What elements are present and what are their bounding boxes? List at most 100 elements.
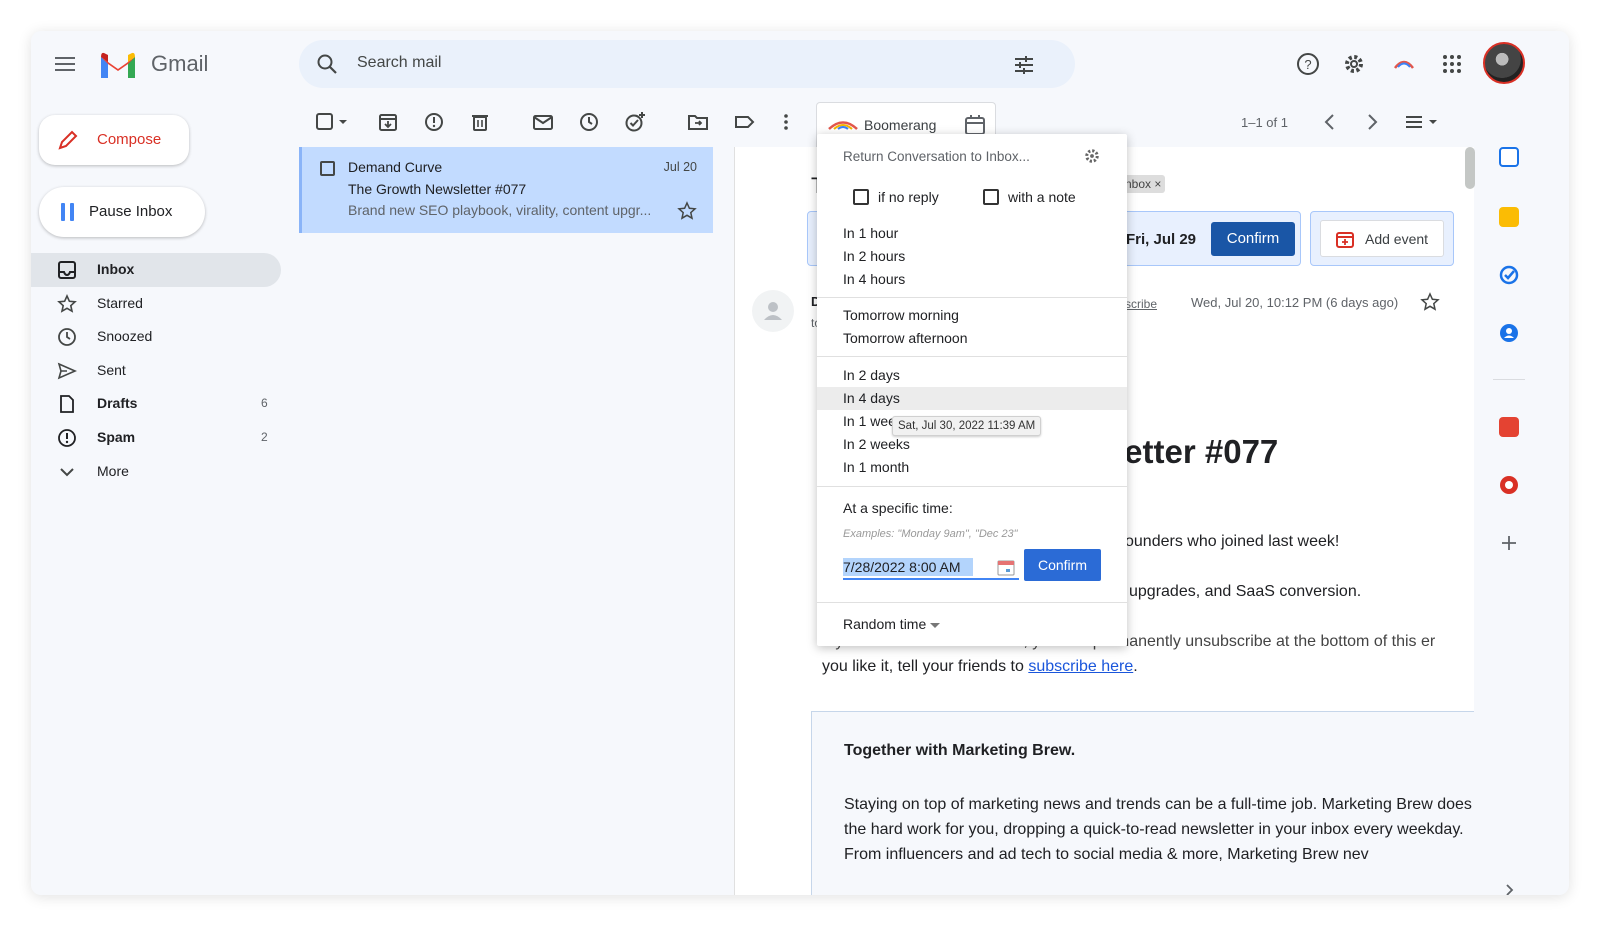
row-checkbox[interactable] (320, 161, 335, 176)
sidebar-item-drafts[interactable]: Drafts 6 (31, 387, 281, 421)
calendar-add-icon (1336, 232, 1354, 248)
sidebar-item-snoozed[interactable]: Snoozed (31, 320, 281, 354)
option-tomorrow-morning[interactable]: Tomorrow morning (817, 304, 1127, 327)
star-icon[interactable] (1420, 292, 1440, 312)
trash-icon[interactable] (469, 111, 491, 133)
body-paragraph: ounders who joined last week! (1125, 533, 1340, 550)
datetime-input[interactable] (843, 556, 1019, 580)
search-options-icon[interactable] (1012, 53, 1036, 77)
with-a-note-checkbox[interactable] (983, 189, 999, 205)
option-in-2-days[interactable]: In 2 days (817, 364, 1127, 387)
search-bar[interactable] (299, 40, 1075, 88)
tasks-icon[interactable] (1499, 265, 1519, 285)
suggested-date: Fri, Jul 29 (1126, 231, 1197, 248)
option-in-4-days[interactable]: In 4 days (817, 387, 1127, 410)
calendar-confirm-button[interactable]: Confirm (1211, 222, 1295, 256)
divider (817, 602, 1127, 603)
sidebar-item-more[interactable]: More (31, 455, 281, 489)
select-checkbox-icon[interactable] (315, 111, 349, 133)
search-input[interactable] (357, 54, 957, 72)
subscribe-link[interactable]: subscribe here (1028, 658, 1133, 675)
search-icon[interactable] (315, 52, 339, 76)
main-menu-icon[interactable] (53, 53, 77, 77)
add-task-icon[interactable] (624, 111, 646, 133)
popup-title: Return Conversation to Inbox... (843, 149, 1030, 164)
gmail-logo-icon[interactable] (98, 50, 138, 80)
expand-panel-chevron-icon[interactable] (1502, 883, 1516, 895)
keep-icon[interactable] (1499, 207, 1519, 227)
message-date: Wed, Jul 20, 10:12 PM (6 days ago) (1191, 295, 1399, 310)
row-snippet: Brand new SEO playbook, virality, conten… (348, 202, 652, 218)
if-no-reply-checkbox[interactable] (853, 189, 869, 205)
split-pane-toggle-icon[interactable] (1403, 111, 1441, 133)
header: Gmail ? (31, 31, 1569, 97)
option-in-1-month[interactable]: In 1 month (817, 456, 1127, 479)
apps-grid-icon[interactable] (1440, 52, 1464, 76)
snooze-clock-icon[interactable] (578, 111, 600, 133)
boomerang-extension-icon[interactable] (1392, 52, 1416, 76)
person-icon (764, 302, 782, 320)
reading-scrollbar[interactable] (1465, 147, 1475, 189)
divider (817, 356, 1127, 357)
archive-icon[interactable] (377, 111, 399, 133)
draft-icon (60, 395, 74, 414)
report-spam-icon[interactable] (423, 111, 445, 133)
with-a-note-label: with a note (1008, 189, 1076, 205)
unsubscribe-link[interactable]: scribe (1125, 297, 1157, 311)
chevron-left-icon[interactable] (1319, 111, 1341, 133)
popup-settings-gear-icon[interactable] (1083, 147, 1101, 165)
sidebar-item-sent[interactable]: Sent (31, 354, 281, 388)
settings-gear-icon[interactable] (1342, 52, 1366, 76)
star-icon[interactable] (677, 201, 697, 221)
row-date: Jul 20 (663, 160, 697, 174)
add-event-button[interactable]: Add event (1320, 220, 1444, 257)
add-addon-icon[interactable] (1499, 533, 1519, 553)
divider (817, 297, 1127, 298)
option-in-4-hours[interactable]: In 4 hours (817, 268, 1127, 291)
inbox-label-chip[interactable]: nbox × (1121, 175, 1166, 193)
examples-hint: Examples: "Monday 9am", "Dec 23" (843, 528, 1018, 540)
sponsor-body: Staying on top of marketing news and tre… (844, 796, 1472, 863)
chevron-right-icon[interactable] (1361, 111, 1383, 133)
pause-inbox-button[interactable]: Pause Inbox (39, 187, 205, 237)
mark-unread-icon[interactable] (532, 111, 554, 133)
app-name: Gmail (151, 51, 209, 76)
body-paragraph: you like it, tell your friends to subscr… (822, 658, 1138, 676)
sidebar-item-label: Snoozed (97, 328, 153, 345)
add-event-card: Add event (1310, 211, 1454, 266)
popup-confirm-button[interactable]: Confirm (1024, 549, 1101, 581)
sidebar-item-label: Inbox (97, 261, 135, 277)
option-in-1-hour[interactable]: In 1 hour (817, 222, 1127, 245)
date-picker-icon[interactable] (997, 558, 1015, 576)
newsletter-title: letter #077 (1115, 433, 1279, 470)
sidebar-nav: Inbox Starred Snoozed Sent Drafts 6 Spam… (31, 253, 281, 488)
help-icon[interactable]: ? (1296, 52, 1320, 76)
sidebar-item-spam[interactable]: Spam 2 (31, 421, 281, 455)
sidebar-item-label: Spam (97, 428, 136, 445)
sidebar-item-inbox[interactable]: Inbox (31, 253, 281, 287)
todoist-icon[interactable] (1499, 417, 1519, 437)
extension-addon-icon[interactable] (1499, 475, 1519, 495)
gmail-window: Gmail ? Compose Pause Inbox Inbox Starre… (31, 31, 1569, 895)
email-row[interactable]: Demand Curve Jul 20 The Growth Newslette… (299, 147, 713, 233)
random-time-dropdown[interactable]: Random time (843, 616, 926, 632)
boomerang-label: Boomerang (864, 117, 937, 133)
option-in-2-hours[interactable]: In 2 hours (817, 245, 1127, 268)
sidebar-item-starred[interactable]: Starred (31, 287, 281, 321)
compose-button[interactable]: Compose (39, 115, 189, 165)
option-in-2-weeks[interactable]: In 2 weeks (817, 433, 1127, 456)
move-to-folder-icon[interactable] (687, 111, 709, 133)
option-tomorrow-afternoon[interactable]: Tomorrow afternoon (817, 327, 1127, 350)
boomerang-logo-icon (828, 121, 858, 130)
send-icon (57, 362, 77, 380)
more-vert-icon[interactable] (775, 111, 797, 133)
spam-icon (58, 429, 76, 447)
account-avatar[interactable] (1483, 42, 1525, 84)
caret-down-icon[interactable] (930, 623, 940, 628)
side-panel-divider (1493, 379, 1525, 380)
label-icon[interactable] (733, 111, 755, 133)
contacts-icon[interactable] (1499, 323, 1519, 343)
compose-label: Compose (97, 131, 162, 148)
google-calendar-icon[interactable] (1499, 147, 1519, 167)
drafts-count: 6 (261, 396, 268, 411)
